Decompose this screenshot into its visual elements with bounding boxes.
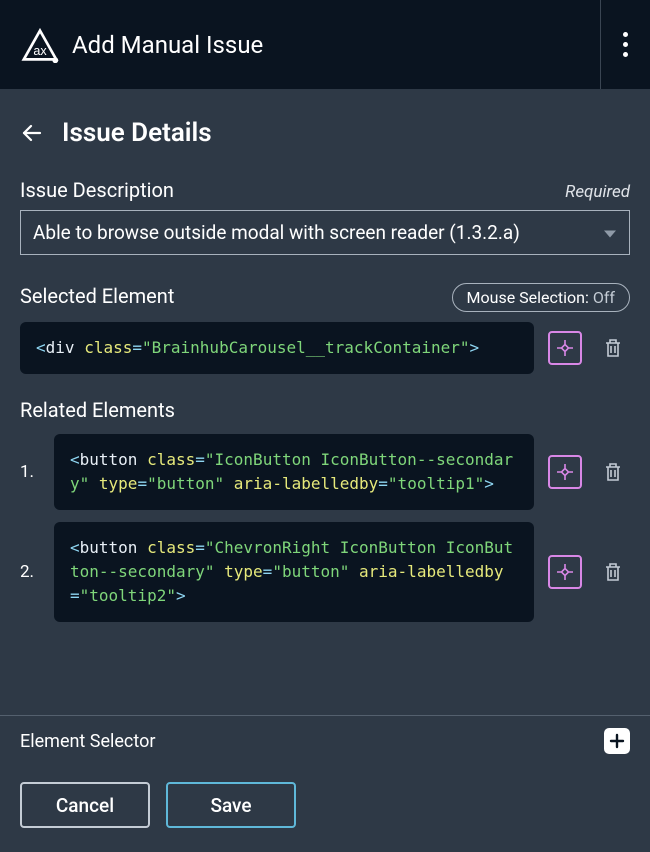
axe-logo-icon: ax xyxy=(20,27,60,63)
kebab-icon xyxy=(623,32,628,57)
related-element-code: <button class="IconButton IconButton--se… xyxy=(54,434,534,510)
delete-button[interactable] xyxy=(596,455,630,489)
list-number: 1. xyxy=(20,462,40,482)
issue-description-value: Able to browse outside modal with screen… xyxy=(33,221,520,244)
page-title: Issue Details xyxy=(62,118,212,148)
highlight-button[interactable] xyxy=(548,455,582,489)
mouse-selection-toggle[interactable]: Mouse Selection: Off xyxy=(452,283,630,312)
back-button[interactable] xyxy=(20,121,44,145)
element-selector-label: Element Selector xyxy=(20,731,155,752)
header-title: Add Manual Issue xyxy=(72,31,263,59)
highlight-button[interactable] xyxy=(548,331,582,365)
content-area: Issue Details Issue Description Required… xyxy=(0,90,650,715)
cancel-button[interactable]: Cancel xyxy=(20,782,150,828)
kebab-menu-button[interactable] xyxy=(600,0,650,89)
mouse-selection-label: Mouse Selection: xyxy=(467,288,589,307)
related-element-row: 1. <button class="IconButton IconButton--… xyxy=(20,434,630,510)
mouse-selection-value: Off xyxy=(593,288,615,307)
issue-description-label: Issue Description xyxy=(20,178,174,202)
header: ax Add Manual Issue xyxy=(0,0,650,90)
issue-description-select[interactable]: Able to browse outside modal with screen… xyxy=(20,210,630,255)
chevron-down-icon xyxy=(603,221,617,244)
required-indicator: Required xyxy=(565,182,630,202)
related-element-row: 2. <button class="ChevronRight IconButton… xyxy=(20,522,630,622)
save-button[interactable]: Save xyxy=(166,782,296,828)
related-element-code: <button class="ChevronRight IconButton I… xyxy=(54,522,534,622)
delete-button[interactable] xyxy=(596,555,630,589)
related-elements-label: Related Elements xyxy=(20,398,630,422)
highlight-button[interactable] xyxy=(548,555,582,589)
selected-element-code: <div class="BrainhubCarousel__trackConta… xyxy=(20,322,534,374)
delete-button[interactable] xyxy=(596,331,630,365)
svg-text:ax: ax xyxy=(33,43,47,57)
bottom-panel: Element Selector Cancel Save xyxy=(0,715,650,852)
list-number: 2. xyxy=(20,562,40,582)
selected-element-label: Selected Element xyxy=(20,284,174,308)
add-selector-button[interactable] xyxy=(604,728,630,754)
